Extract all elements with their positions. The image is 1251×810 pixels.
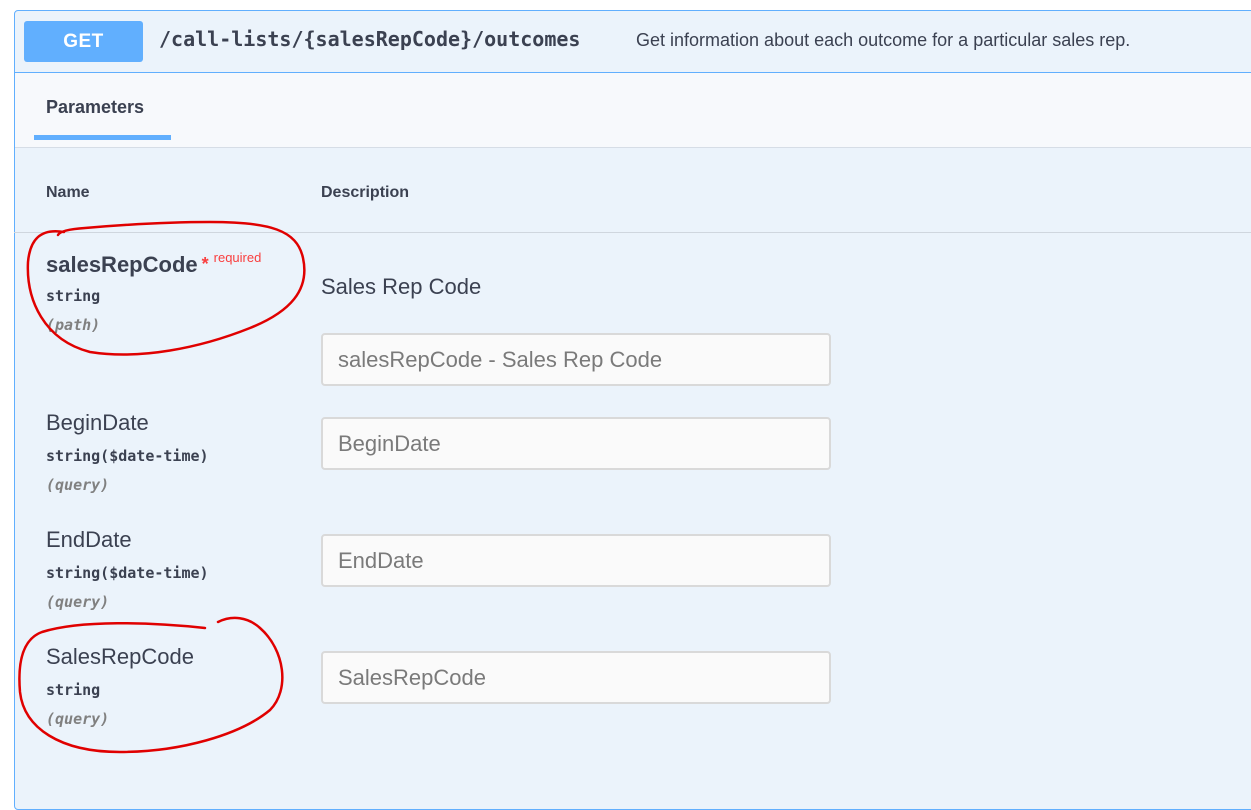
required-star: * [201, 254, 209, 274]
param-type-enddate: string($date-time) [46, 564, 209, 582]
param-location-enddate: (query) [46, 593, 110, 611]
column-header-name: Name [46, 184, 90, 201]
endpoint-path: /call-lists/{salesRepCode}/outcomes [159, 27, 581, 51]
begindate-input[interactable] [321, 417, 831, 470]
param-location-salesrepcode-path: (path) [46, 316, 101, 334]
param-description-salesrepcode-path: Sales Rep Code [321, 274, 482, 299]
param-name-salesrepcode-path: salesRepCode * required [46, 250, 261, 278]
param-type-salesrepcode-query: string [46, 681, 101, 699]
param-location-begindate: (query) [46, 476, 110, 494]
operation-summary[interactable]: GET /call-lists/{salesRepCode}/outcomes … [15, 11, 1251, 73]
param-name-text: salesRepCode [46, 252, 198, 277]
param-type-begindate: string($date-time) [46, 447, 209, 465]
tab-parameters-label: Parameters [46, 97, 145, 117]
param-location-salesrepcode-query: (query) [46, 710, 110, 728]
column-header-description: Description [321, 184, 410, 201]
enddate-input[interactable] [321, 534, 831, 587]
header-divider [14, 232, 1251, 233]
required-label: required [213, 250, 262, 265]
param-name-enddate: EndDate [46, 527, 132, 552]
operation-description: Get information about each outcome for a… [636, 30, 1131, 50]
param-name-salesrepcode-query: SalesRepCode [46, 644, 194, 669]
http-method-badge: GET [24, 21, 143, 62]
salesrepcode-query-input[interactable] [321, 651, 831, 704]
param-type-salesrepcode-path: string [46, 287, 101, 305]
tab-parameters[interactable]: Parameters [34, 73, 172, 153]
active-tab-indicator [34, 135, 171, 140]
parameters-section-header: Parameters [15, 73, 1251, 148]
salesrepcode-path-input[interactable] [321, 333, 831, 386]
param-name-begindate: BeginDate [46, 410, 149, 435]
